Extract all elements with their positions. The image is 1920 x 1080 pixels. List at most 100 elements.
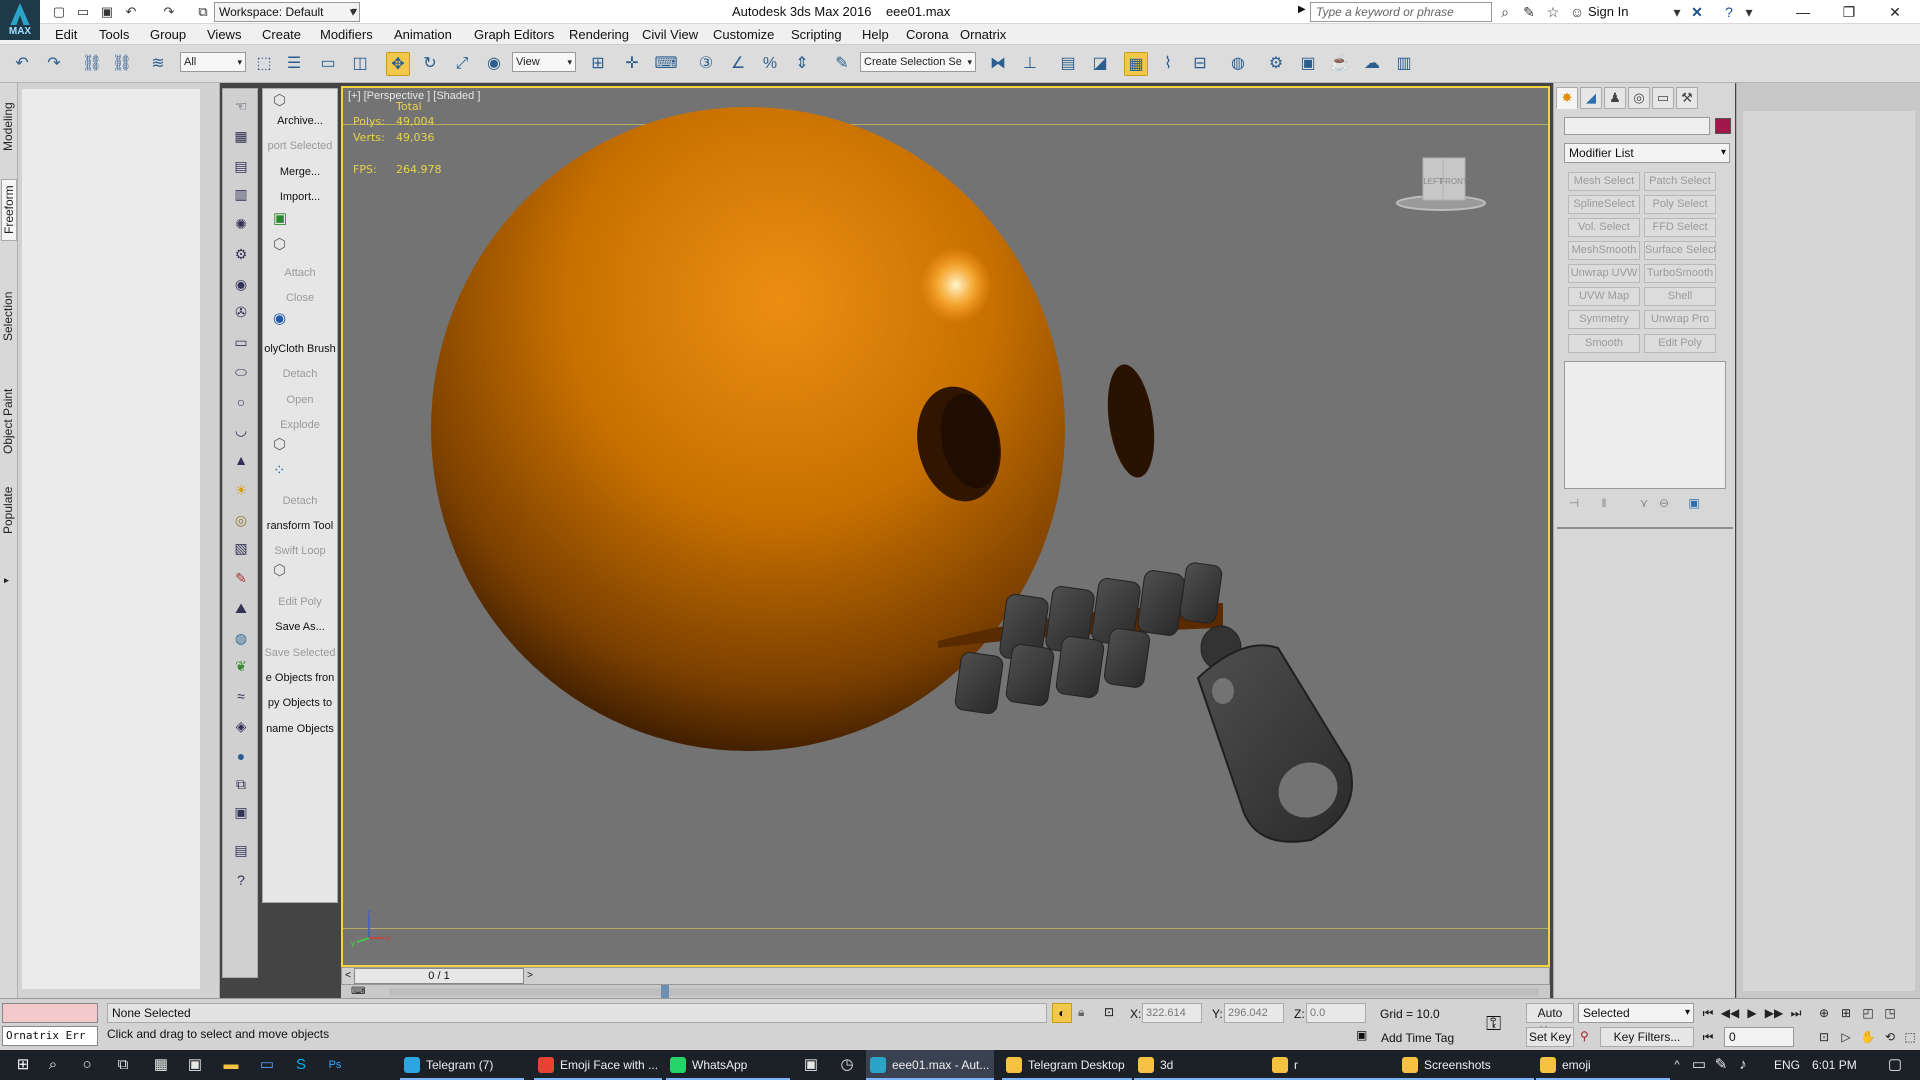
hierarchy-tab-icon[interactable]: ♟: [1604, 87, 1626, 109]
disc-icon[interactable]: ⬭: [230, 361, 252, 383]
configure-modifier-sets-icon[interactable]: ▣: [1684, 493, 1704, 513]
subscription-icon[interactable]: ✎: [1520, 3, 1538, 21]
modify-tab-icon[interactable]: ◢: [1580, 87, 1602, 109]
perspective-viewport[interactable]: [+] [Perspective ] [Shaded ] Total Polys…: [341, 86, 1550, 967]
tab-selection[interactable]: Selection: [1, 288, 17, 344]
manipulate-icon[interactable]: ✛: [620, 52, 644, 76]
object-color-swatch[interactable]: [1715, 118, 1731, 134]
close-button[interactable]: ✕: [1872, 0, 1918, 24]
symmetry-button[interactable]: Symmetry: [1568, 310, 1640, 329]
app-logo[interactable]: MAX: [0, 0, 40, 40]
select-by-name-icon[interactable]: ☰: [282, 52, 306, 76]
taskbar-whatsapp[interactable]: WhatsApp: [666, 1050, 790, 1080]
remove-modifier-icon[interactable]: ⊖: [1654, 493, 1674, 513]
scene-render[interactable]: [343, 88, 1548, 965]
notifications-icon[interactable]: ▢: [1886, 1056, 1904, 1074]
menu-views[interactable]: Views: [207, 27, 241, 42]
schematic-view-icon[interactable]: ⊟: [1188, 52, 1212, 76]
archive-button[interactable]: Archive...: [263, 115, 337, 127]
keyboard-shortcut-override-icon[interactable]: ⌨: [654, 52, 678, 76]
curve-editor-mini-icon[interactable]: ⌨: [351, 986, 365, 997]
tab-freeform[interactable]: Freeform: [1, 179, 17, 241]
isolate-selection-icon[interactable]: ◐: [1052, 1003, 1072, 1023]
rock-icon[interactable]: ◈: [230, 715, 252, 737]
table-icon[interactable]: ▥: [230, 183, 252, 205]
next-frame-icon[interactable]: ▶▶: [1764, 1003, 1784, 1023]
material-editor-icon[interactable]: ◍: [1226, 52, 1250, 76]
rename-objects-button[interactable]: name Objects: [263, 723, 337, 735]
edit-poly-button[interactable]: Edit Poly: [263, 596, 337, 608]
help-chevron-icon[interactable]: ▾: [1740, 3, 1758, 21]
save-as-button[interactable]: Save As...: [263, 621, 337, 633]
absolute-mode-icon[interactable]: ⊡: [1104, 1005, 1114, 1019]
rectangular-selection-icon[interactable]: ▭: [316, 52, 340, 76]
track-bar-lane[interactable]: [389, 988, 1539, 996]
edit-named-selection-icon[interactable]: ✎: [830, 52, 854, 76]
render-icon[interactable]: ▣: [230, 801, 252, 823]
calendar-icon[interactable]: ▦: [230, 125, 252, 147]
menu-civil-view[interactable]: Civil View: [642, 27, 698, 42]
menu-tools[interactable]: Tools: [99, 27, 129, 42]
sign-in-link[interactable]: Sign In: [1588, 4, 1628, 19]
key-filters-button[interactable]: Key Filters...: [1600, 1027, 1694, 1047]
key-mode-toggle-icon[interactable]: ⏮: [1698, 1027, 1718, 1047]
photoshop-icon[interactable]: Ps: [326, 1056, 344, 1074]
menu-help[interactable]: Help: [862, 27, 889, 42]
snaps-toggle-icon[interactable]: ③: [694, 52, 718, 76]
current-frame-field[interactable]: 0: [1724, 1027, 1794, 1047]
spline-select-button[interactable]: SplineSelect: [1568, 195, 1640, 214]
pivot-center-icon[interactable]: ⊞: [586, 52, 610, 76]
previous-frame-icon[interactable]: ◀◀: [1720, 1003, 1740, 1023]
make-unique-icon[interactable]: ⋎: [1634, 493, 1654, 513]
binoculars-icon[interactable]: ⌕: [1496, 3, 1514, 21]
turbosmooth-button[interactable]: TurboSmooth: [1644, 264, 1716, 283]
sphere-blue-icon[interactable]: ●: [230, 745, 252, 767]
grid-layers-icon[interactable]: ▧: [230, 537, 252, 559]
curve-editor-icon[interactable]: ⌇: [1156, 52, 1180, 76]
menu-corona[interactable]: Corona: [906, 27, 949, 42]
object-name-field[interactable]: [1564, 117, 1710, 135]
search-icon[interactable]: ⌕: [44, 1056, 62, 1074]
zoom-all-icon[interactable]: ⊞: [1836, 1003, 1856, 1023]
render-production-icon[interactable]: ☕: [1328, 52, 1352, 76]
zoom-extents-icon[interactable]: ◰: [1858, 1003, 1878, 1023]
search-expand-icon[interactable]: ▶: [1298, 4, 1306, 15]
stack-icon[interactable]: ⧉: [230, 773, 252, 795]
calculator-icon[interactable]: ▦: [152, 1056, 170, 1074]
menu-modifiers[interactable]: Modifiers: [320, 27, 373, 42]
sphere-icon[interactable]: ○: [230, 391, 252, 413]
fabric-icon[interactable]: ≈: [230, 685, 252, 707]
prev-frame-arrow-icon[interactable]: <: [342, 968, 354, 984]
cone-icon[interactable]: ▲: [230, 449, 252, 471]
taskbar-clock[interactable]: 6:01 PM: [1812, 1058, 1857, 1072]
taskbar-chrome-emoji[interactable]: Emoji Face with ...: [534, 1050, 662, 1080]
explode-button[interactable]: Explode: [263, 419, 337, 431]
film-icon[interactable]: ✇: [230, 301, 252, 323]
plant-icon[interactable]: ❦: [230, 655, 252, 677]
maxscript-mini-listener[interactable]: Ornatrix Err: [2, 1026, 98, 1046]
menu-rendering[interactable]: Rendering: [569, 27, 629, 42]
right-eye[interactable]: [1101, 361, 1160, 480]
mountain-icon[interactable]: ⛰: [230, 597, 252, 619]
x-coordinate-field[interactable]: 322.614: [1142, 1003, 1202, 1023]
time-tag-icon[interactable]: ▣: [1356, 1028, 1367, 1042]
field-of-view-icon[interactable]: ▷: [1836, 1027, 1856, 1047]
undo-icon[interactable]: ↶: [122, 3, 140, 21]
new-file-icon[interactable]: ▢: [50, 3, 68, 21]
taskbar-3dsmax[interactable]: eee01.max - Aut...: [866, 1050, 994, 1080]
restore-button[interactable]: ❐: [1826, 0, 1872, 24]
target-icon[interactable]: ◎: [230, 509, 252, 531]
attach-button[interactable]: Attach: [263, 267, 337, 279]
track-bar[interactable]: ⌨: [341, 985, 1550, 999]
ffd-select-button[interactable]: FFD Select: [1644, 218, 1716, 237]
tab-populate[interactable]: Populate: [1, 481, 17, 539]
mirror-icon[interactable]: ⧓: [986, 52, 1010, 76]
clock-app-icon[interactable]: ◷: [838, 1056, 856, 1074]
taskbar-folder-screenshots[interactable]: Screenshots: [1398, 1050, 1534, 1080]
key-filter-icon[interactable]: ⚲: [1580, 1029, 1589, 1043]
save-file-icon[interactable]: ▣: [98, 3, 116, 21]
edit-poly-modifier-button[interactable]: Edit Poly: [1644, 334, 1716, 353]
image-viewer-icon[interactable]: ▣: [802, 1056, 820, 1074]
sun-icon[interactable]: ☀: [230, 479, 252, 501]
time-slider[interactable]: < 0 / 1 >: [341, 967, 1550, 985]
